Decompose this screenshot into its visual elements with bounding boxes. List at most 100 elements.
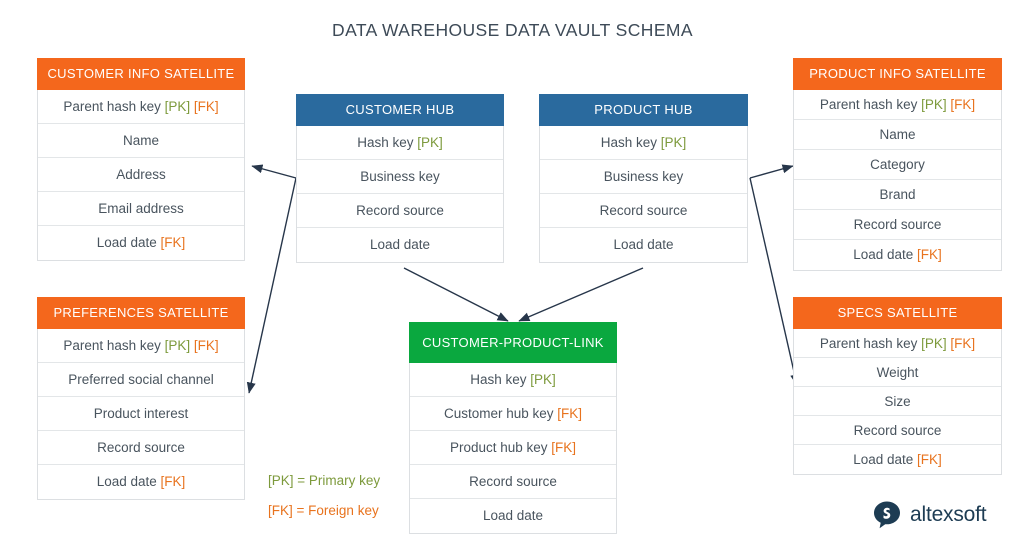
entity-field-row: Load date [FK] <box>38 226 244 260</box>
entity-field-row: Record source <box>297 194 503 228</box>
speech-bubble-s-icon <box>874 501 900 529</box>
entity-field-label: Address <box>116 167 166 182</box>
foreign-key-badge: [FK] <box>946 336 976 351</box>
entity-specs-satellite: SPECS SATELLITE Parent hash key [PK] [FK… <box>793 297 1002 475</box>
entity-customer-product-link: CUSTOMER-PRODUCT-LINK Hash key [PK] Custo… <box>409 322 617 534</box>
entity-field-label: Hash key <box>357 135 414 150</box>
connector-customer-hub-to-preferences <box>246 177 297 394</box>
entity-rows-customer-product-link: Hash key [PK] Customer hub key [FK] Produc… <box>409 363 617 534</box>
entity-header-customer-info-satellite: CUSTOMER INFO SATELLITE <box>37 58 245 90</box>
entity-product-info-satellite: PRODUCT INFO SATELLITE Parent hash key [… <box>793 58 1002 271</box>
primary-key-badge: [PK] <box>160 99 191 114</box>
diagram-canvas: DATA WAREHOUSE DATA VAULT SCHEMA CUSTOME… <box>0 0 1025 555</box>
entity-field-label: Load date <box>613 237 674 252</box>
legend-fk-text: = Foreign key <box>296 503 379 518</box>
foreign-key-badge: [FK] <box>156 235 186 250</box>
primary-key-badge: [PK] <box>413 135 443 150</box>
entity-field-row: Product hub key [FK] <box>410 431 616 465</box>
entity-field-label: Customer hub key <box>443 406 554 421</box>
entity-header-product-info-satellite: PRODUCT INFO SATELLITE <box>793 58 1002 90</box>
legend-fk-token: [FK] <box>268 503 293 518</box>
entity-field-label: Product interest <box>93 406 189 421</box>
entity-field-row: Load date [FK] <box>794 445 1001 474</box>
entity-field-row: Address <box>38 158 244 192</box>
entity-header-customer-hub: CUSTOMER HUB <box>296 94 504 126</box>
foreign-key-badge: [FK] <box>553 406 583 421</box>
foreign-key-badge: [FK] <box>190 338 219 353</box>
foreign-key-badge: [FK] <box>156 474 186 489</box>
foreign-key-badge: [FK] <box>913 247 942 262</box>
legend-primary-key: [PK] = Primary key <box>268 466 380 496</box>
entity-field-label: Parent hash key <box>63 338 161 353</box>
entity-rows-product-hub: Hash key [PK] Business key Record source Lo… <box>539 126 748 263</box>
entity-field-row: Business key <box>540 160 747 194</box>
entity-field-label: Load date <box>369 237 431 252</box>
entity-field-row: Load date [FK] <box>38 465 244 499</box>
entity-field-row: Category <box>794 150 1001 180</box>
entity-field-label: Record source <box>853 423 942 438</box>
entity-field-label: Load date <box>482 508 544 523</box>
legend: [PK] = Primary key [FK] = Foreign key <box>268 466 380 526</box>
entity-field-label: Parent hash key <box>819 97 918 112</box>
entity-product-hub: PRODUCT HUB Hash key [PK] Business key Rec… <box>539 94 748 263</box>
foreign-key-badge: [FK] <box>547 440 577 455</box>
legend-pk-text: = Primary key <box>297 473 381 488</box>
altexsoft-logo: altexsoft <box>872 500 987 530</box>
entity-field-label: Record source <box>853 217 942 232</box>
entity-field-label: Name <box>122 133 159 148</box>
entity-field-row: Record source <box>410 465 616 499</box>
entity-field-row: Name <box>794 120 1001 150</box>
connector-product-hub-to-product-info <box>749 164 794 179</box>
entity-field-row: Load date <box>540 228 747 262</box>
entity-field-label: Weight <box>876 365 919 380</box>
entity-header-preferences-satellite: PREFERENCES SATELLITE <box>37 297 245 329</box>
entity-field-row: Brand <box>794 180 1001 210</box>
entity-field-label: Hash key <box>470 372 527 387</box>
entity-field-row: Preferred social channel <box>38 363 244 397</box>
entity-field-label: Load date <box>853 247 914 262</box>
primary-key-badge: [PK] <box>917 97 947 112</box>
connector-product-hub-to-link <box>518 267 644 322</box>
entity-customer-info-satellite: CUSTOMER INFO SATELLITE Parent hash key … <box>37 58 245 261</box>
entity-field-row: Parent hash key [PK] [FK] <box>38 329 244 363</box>
entity-field-row: Record source <box>794 416 1001 445</box>
entity-header-customer-product-link: CUSTOMER-PRODUCT-LINK <box>409 322 617 363</box>
entity-field-row: Record source <box>540 194 747 228</box>
legend-pk-token: [PK] <box>268 473 294 488</box>
entity-field-label: Category <box>870 157 925 172</box>
entity-field-label: Product hub key <box>449 440 548 455</box>
entity-field-label: Business key <box>360 169 440 184</box>
entity-field-row: Load date <box>297 228 503 262</box>
entity-field-row: Parent hash key [PK] [FK] <box>38 90 244 124</box>
foreign-key-badge: [FK] <box>190 99 219 114</box>
entity-field-label: Record source <box>469 474 557 489</box>
entity-field-label: Preferred social channel <box>68 372 214 387</box>
entity-field-label: Load date <box>853 452 914 467</box>
entity-field-label: Load date <box>96 474 157 489</box>
primary-key-badge: [PK] <box>160 338 191 353</box>
entity-field-label: Record source <box>97 440 185 455</box>
entity-field-row: Load date <box>410 499 616 533</box>
entity-field-row: Hash key [PK] <box>410 363 616 397</box>
entity-field-row: Size <box>794 387 1001 416</box>
primary-key-badge: [PK] <box>526 372 556 387</box>
entity-field-row: Name <box>38 124 244 158</box>
entity-field-label: Business key <box>603 169 684 184</box>
entity-field-row: Customer hub key [FK] <box>410 397 616 431</box>
entity-field-row: Hash key [PK] <box>540 126 747 160</box>
entity-customer-hub: CUSTOMER HUB Hash key [PK] Business key Re… <box>296 94 504 263</box>
connector-customer-hub-to-customer-info <box>251 164 297 179</box>
entity-header-product-hub: PRODUCT HUB <box>539 94 748 126</box>
entity-field-label: Email address <box>98 201 184 216</box>
logo-wordmark: altexsoft <box>910 503 987 526</box>
entity-field-row: Record source <box>794 210 1001 240</box>
entity-field-row: Weight <box>794 358 1001 387</box>
entity-field-label: Size <box>884 394 911 409</box>
entity-field-row: Hash key [PK] <box>297 126 503 160</box>
entity-preferences-satellite: PREFERENCES SATELLITE Parent hash key [P… <box>37 297 245 500</box>
entity-field-label: Parent hash key <box>819 336 918 351</box>
entity-rows-customer-info-satellite: Parent hash key [PK] [FK] Name Address Emai… <box>37 90 245 261</box>
foreign-key-badge: [FK] <box>946 97 976 112</box>
primary-key-badge: [PK] <box>917 336 947 351</box>
entity-field-label: Record source <box>356 203 444 218</box>
